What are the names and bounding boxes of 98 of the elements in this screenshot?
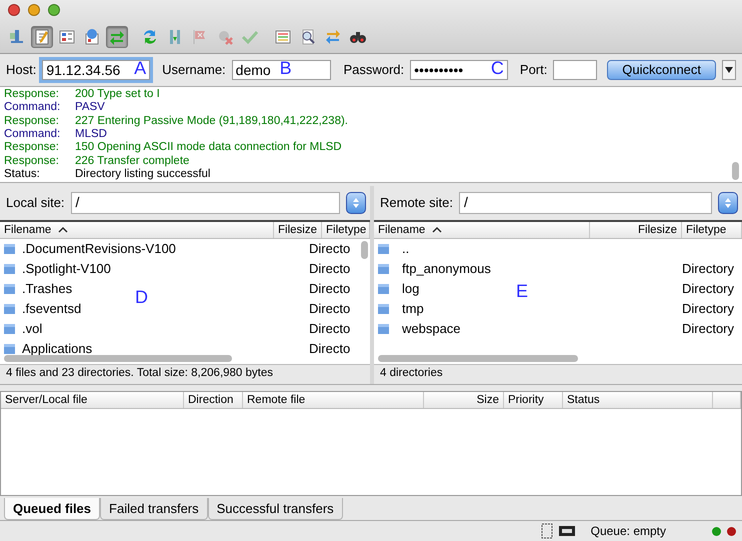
log-type: Command:: [4, 101, 62, 115]
scrollbar[interactable]: [378, 355, 578, 362]
log-type: Response:: [4, 114, 60, 128]
column-header[interactable]: Status: [563, 392, 713, 408]
log-type: Response:: [4, 154, 60, 168]
scrollbar[interactable]: [732, 162, 739, 180]
file-type: Directo: [309, 341, 350, 356]
status-light-icon: [712, 526, 721, 536]
log-message: 200 Type set to I: [75, 88, 160, 102]
file-type: Directo: [309, 241, 350, 256]
listing-summary: 4 directories: [374, 364, 742, 384]
folder-icon: [3, 342, 16, 356]
column-header[interactable]: Filesize: [274, 222, 322, 238]
file-name[interactable]: .Trashes: [22, 281, 72, 296]
path-field[interactable]: /: [70, 192, 340, 214]
log-message: PASV: [75, 101, 105, 115]
file-name[interactable]: ftp_anonymous: [402, 261, 491, 276]
log-type: Status:: [4, 168, 41, 182]
log-type: Response:: [4, 141, 60, 155]
stepper-icon[interactable]: [346, 192, 366, 214]
folder-icon: [377, 242, 390, 256]
log-message: 226 Transfer complete: [75, 154, 190, 168]
caret-icon: [725, 66, 734, 73]
queue-tab[interactable]: Queued files: [4, 498, 100, 520]
column-header[interactable]: Filename: [374, 222, 590, 238]
column-header[interactable]: Filesize: [590, 222, 682, 238]
file-type: Directo: [309, 261, 350, 276]
column-header[interactable]: Direction: [184, 392, 243, 408]
log-type: Command:: [4, 128, 62, 142]
username-label: Username:: [162, 62, 226, 78]
queue-tab[interactable]: Successful transfers: [208, 498, 343, 520]
speed-limit-icon: [540, 523, 553, 540]
scrollbar[interactable]: [361, 240, 368, 259]
folder-icon: [377, 262, 390, 276]
folder-icon: [377, 282, 390, 296]
folder-icon: [377, 322, 390, 336]
file-name[interactable]: .vol: [22, 321, 42, 336]
file-type: Directo: [309, 281, 350, 296]
column-header[interactable]: Filename: [0, 222, 274, 238]
column-header[interactable]: Size: [424, 392, 504, 408]
stepper-icon[interactable]: [718, 192, 738, 214]
folder-icon: [377, 302, 390, 316]
log-message: 227 Entering Passive Mode (91,189,180,41,222,238).: [75, 114, 348, 128]
folder-icon: [3, 302, 16, 316]
file-type: Directory: [682, 261, 734, 276]
file-type: Directory: [682, 281, 734, 296]
port-label: Port:: [520, 62, 548, 78]
status-light-icon: [727, 526, 736, 536]
listing-summary: 4 files and 23 directories. Total size: 8,206,980 bytes: [0, 364, 370, 384]
file-name[interactable]: tmp: [402, 301, 424, 316]
folder-icon: [3, 262, 16, 276]
arrows-icon[interactable]: [106, 26, 128, 48]
column-header[interactable]: Server/Local file: [1, 392, 184, 408]
notepad-icon[interactable]: [31, 26, 53, 48]
file-name[interactable]: .fseventsd: [22, 301, 82, 316]
binary-mode-icon: [558, 526, 575, 536]
folder-icon: [3, 322, 16, 336]
log-message: Directory listing successful: [75, 168, 210, 182]
path-field[interactable]: /: [458, 192, 712, 214]
site-label: Remote site:: [380, 195, 453, 210]
file-type: Directo: [309, 321, 350, 336]
log-type: Response:: [4, 88, 60, 102]
annotation-letter: B: [280, 58, 292, 79]
queue-tab[interactable]: Failed transfers: [100, 498, 208, 520]
annotation-letter: A: [134, 58, 146, 79]
host-label: Host:: [6, 62, 36, 78]
quickconnect-button[interactable]: Quickconnect: [607, 60, 716, 80]
column-header[interactable]: Filetype: [682, 222, 742, 238]
close-button[interactable]: [8, 4, 20, 16]
scrollbar[interactable]: [4, 355, 232, 362]
file-name[interactable]: webspace: [402, 321, 461, 336]
minimize-button[interactable]: [28, 4, 40, 16]
file-type: Directory: [682, 321, 734, 336]
file-name[interactable]: log: [402, 281, 420, 296]
file-type: Directo: [309, 301, 350, 316]
annotation-letter: D: [135, 286, 148, 308]
queue-status: Queue: empty: [590, 524, 666, 538]
file-name[interactable]: Applications: [22, 341, 92, 356]
file-name[interactable]: ..: [402, 241, 410, 256]
log-message: 150 Opening ASCII mode data connection for MLSD: [75, 141, 342, 155]
file-name[interactable]: .Spotlight-V100: [22, 261, 111, 276]
log-message: MLSD: [75, 128, 107, 142]
file-name[interactable]: .DocumentRevisions-V100: [22, 241, 176, 256]
site-label: Local site:: [6, 195, 65, 210]
port-field[interactable]: [553, 60, 598, 80]
annotation-letter: E: [516, 280, 528, 302]
column-header[interactable]: Filetype: [322, 222, 370, 238]
folder-icon: [3, 282, 16, 296]
password-label: Password:: [343, 62, 404, 78]
folder-icon: [3, 242, 16, 256]
column-header[interactable]: Remote file: [243, 392, 424, 408]
zoom-button[interactable]: [48, 4, 60, 16]
sort-icon: [431, 224, 444, 233]
file-type: Directory: [682, 301, 734, 316]
dropdown-button[interactable]: [722, 60, 736, 80]
annotation-letter: C: [490, 58, 504, 79]
column-header[interactable]: Priority: [504, 392, 563, 408]
sort-icon: [57, 224, 70, 233]
